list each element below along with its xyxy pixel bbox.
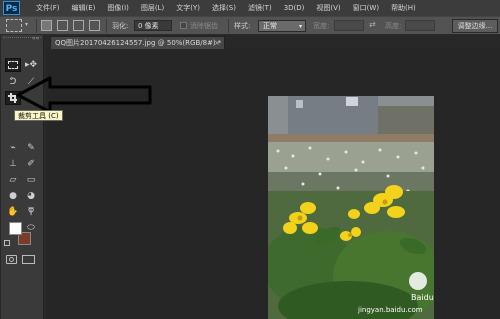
healing-brush-tool[interactable]: ⌁ <box>5 141 21 155</box>
stamp-icon: ⊥ <box>9 159 17 169</box>
eraser-tool[interactable]: ▱ <box>5 173 21 187</box>
menu-window[interactable]: 窗口(W) <box>353 3 379 13</box>
menu-type[interactable]: 文字(Y) <box>176 3 200 13</box>
close-icon[interactable]: × <box>214 37 220 49</box>
dodge-icon: ◕ <box>27 191 35 201</box>
document-image[interactable]: Baidu 经验 jingyan.baidu.com <box>268 96 434 319</box>
default-colors-icon[interactable] <box>4 240 10 246</box>
divider <box>228 19 229 33</box>
gradient-icon: ▭ <box>26 175 36 185</box>
width-input[interactable] <box>334 20 364 31</box>
height-label: 高度: <box>385 22 402 30</box>
style-select-value: 正常 <box>263 22 277 30</box>
quick-mask-icon[interactable] <box>6 255 17 264</box>
height-input[interactable] <box>405 20 435 31</box>
style-label: 样式: <box>234 22 251 30</box>
magnifier-icon: ⚲ <box>27 207 35 217</box>
flower-photo: Baidu 经验 jingyan.baidu.com <box>268 96 434 319</box>
brush-tool[interactable]: ✎ <box>23 141 39 155</box>
history-brush-icon: ✐ <box>27 159 35 169</box>
swap-dimensions-icon[interactable]: ⇄ <box>369 20 376 29</box>
gradient-tool[interactable]: ▭ <box>23 173 39 187</box>
width-label: 宽度: <box>313 22 330 30</box>
hand-icon: ✋ <box>7 207 19 217</box>
blur-tool[interactable]: ● <box>5 189 21 203</box>
dodge-tool[interactable]: ◕ <box>23 189 39 203</box>
drop-icon: ● <box>9 191 17 201</box>
menu-select[interactable]: 选择(S) <box>212 3 236 13</box>
zoom-tool[interactable]: ⚲ <box>23 205 39 219</box>
foreground-color-swatch[interactable] <box>9 222 22 235</box>
history-brush-tool[interactable]: ✐ <box>23 157 39 171</box>
eraser-icon: ▱ <box>9 175 17 185</box>
menu-filter[interactable]: 滤镜(T) <box>248 3 272 13</box>
screen-mode-icon[interactable] <box>22 255 35 264</box>
brush-icon: ✎ <box>27 143 35 153</box>
menu-help[interactable]: 帮助(H) <box>391 3 416 13</box>
chevron-down-icon: ▾ <box>298 23 302 30</box>
refine-edge-button[interactable]: 调整边缘... <box>452 19 498 33</box>
style-select[interactable]: 正常 ▾ <box>258 20 306 32</box>
clone-stamp-tool[interactable]: ⊥ <box>5 157 21 171</box>
menu-3d[interactable]: 3D(D) <box>284 4 305 12</box>
watermark-url: jingyan.baidu.com <box>357 306 423 314</box>
hand-tool[interactable]: ✋ <box>5 205 21 219</box>
bandage-icon: ⌁ <box>10 143 16 153</box>
crop-tool-tooltip: 裁剪工具 (C) <box>14 110 63 121</box>
watermark-brand: Baidu 经验 <box>411 292 434 302</box>
antialias-checkbox[interactable] <box>180 22 187 29</box>
menu-view[interactable]: 视图(V) <box>316 3 340 13</box>
antialias-label: 消除锯齿 <box>190 22 218 30</box>
